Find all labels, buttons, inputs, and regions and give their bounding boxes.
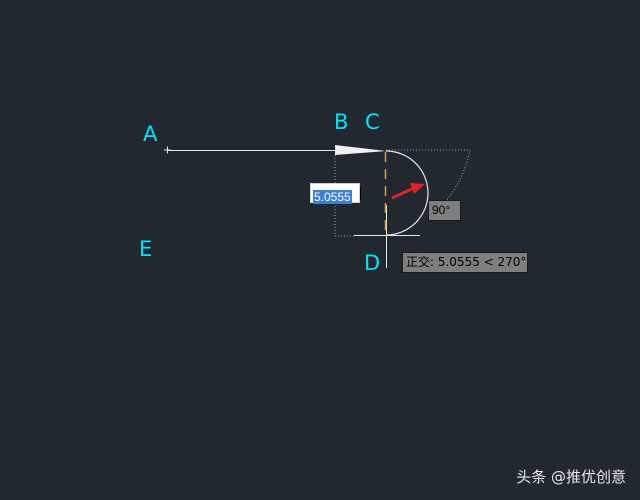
- drawing-canvas[interactable]: A B C D E: [0, 0, 640, 500]
- direction-arrow-icon: [391, 183, 425, 200]
- watermark: 头条 @推优创意: [516, 468, 626, 486]
- length-input-value: 5.0555: [313, 190, 352, 204]
- point-label-a: A: [143, 122, 158, 146]
- text-caret: [360, 187, 361, 200]
- point-label-c: C: [365, 110, 380, 134]
- polyline-arc-cd: [385, 150, 429, 236]
- point-label-e: E: [139, 237, 152, 261]
- ortho-tooltip: 正交: 5.0555 < 270°: [402, 252, 528, 273]
- point-label-b: B: [334, 110, 348, 134]
- length-input[interactable]: 5.0555: [310, 183, 361, 204]
- angle-input[interactable]: 90°: [428, 200, 461, 221]
- point-label-d: D: [364, 251, 380, 275]
- polyline-wedge-bc: [335, 145, 386, 155]
